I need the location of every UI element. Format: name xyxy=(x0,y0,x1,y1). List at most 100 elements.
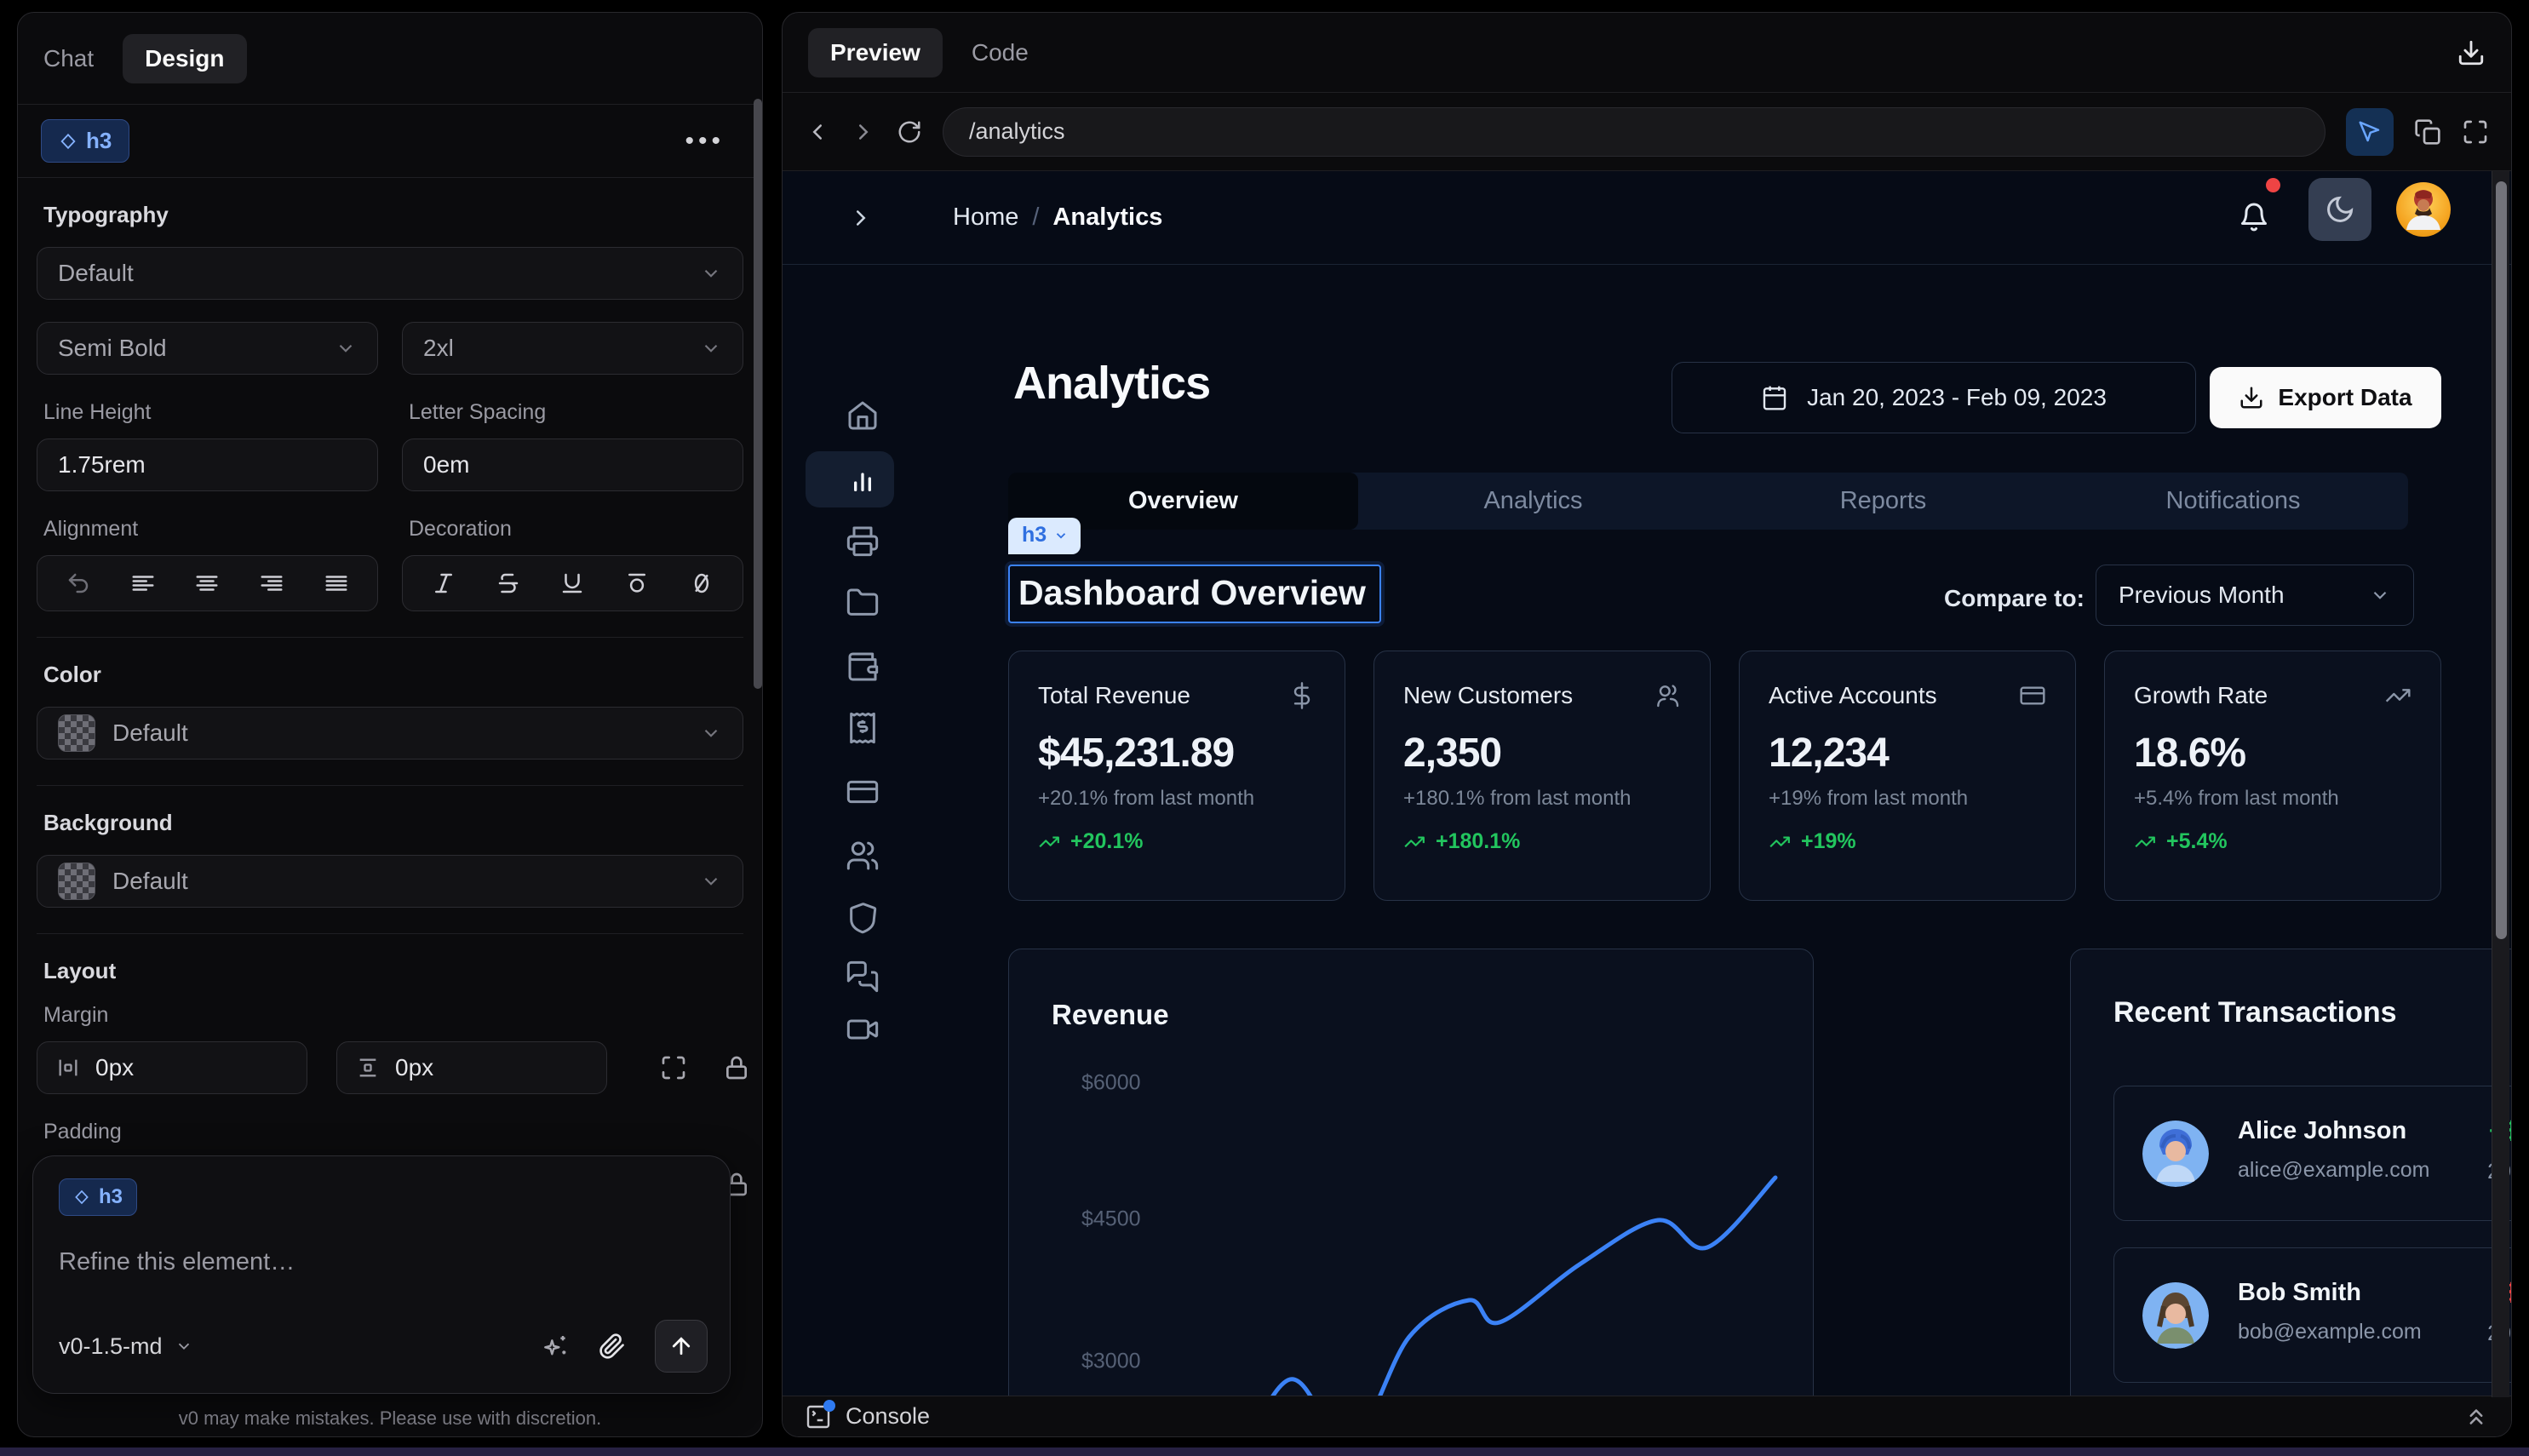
font-size-select[interactable]: 2xl xyxy=(402,322,743,375)
chevrons-up-icon[interactable] xyxy=(2463,1404,2489,1430)
margin-y-input[interactable]: 0px xyxy=(336,1041,607,1094)
overline-icon[interactable] xyxy=(624,570,650,596)
background-select[interactable]: Default xyxy=(37,855,743,908)
folder-icon xyxy=(846,586,880,620)
tab-chat[interactable]: Chat xyxy=(43,45,94,72)
transaction-row[interactable]: Alice Johnson alice@example.com +$350.00… xyxy=(2113,1086,2512,1221)
transaction-row[interactable]: Bob Smith bob@example.com -$120.50 2023-… xyxy=(2113,1247,2512,1383)
align-center-icon[interactable] xyxy=(194,570,220,596)
bell-icon[interactable] xyxy=(2239,202,2269,232)
tab-analytics[interactable]: Analytics xyxy=(1358,473,1708,530)
sidebar-item-invoices[interactable] xyxy=(839,517,886,565)
italic-icon[interactable] xyxy=(431,570,456,596)
shield-icon xyxy=(846,901,880,935)
chevron-down-icon xyxy=(700,722,722,744)
sidebar-item-users[interactable] xyxy=(839,832,886,880)
tab-design[interactable]: Design xyxy=(123,34,246,83)
messages-icon xyxy=(846,960,880,994)
undo-icon[interactable] xyxy=(66,570,91,596)
preview-scrollbar-thumb[interactable] xyxy=(2496,181,2507,939)
receipt-dollar-icon xyxy=(846,711,880,745)
paperclip-icon[interactable] xyxy=(599,1333,626,1360)
letter-spacing-label: Letter Spacing xyxy=(409,400,743,425)
sidebar-item-video[interactable] xyxy=(839,1006,886,1053)
theme-toggle-button[interactable] xyxy=(2308,178,2371,241)
margin-x-input[interactable]: 0px xyxy=(37,1041,307,1094)
download-icon[interactable] xyxy=(2457,38,2486,67)
sidebar-item-wallet[interactable] xyxy=(839,643,886,691)
app-sidebar xyxy=(783,265,919,1437)
align-right-icon[interactable] xyxy=(259,570,284,596)
sidebar-toggle-chevron-icon[interactable] xyxy=(848,205,874,231)
sidebar-item-cards[interactable] xyxy=(839,768,886,816)
diamond-icon xyxy=(59,132,77,151)
preview-scrollbar[interactable] xyxy=(2492,171,2509,1397)
tab-reports[interactable]: Reports xyxy=(1708,473,2058,530)
compare-label: Compare to: xyxy=(1944,585,2085,612)
date-range-button[interactable]: Jan 20, 2023 - Feb 09, 2023 xyxy=(1672,362,2196,433)
chat-input[interactable]: Refine this element… xyxy=(59,1248,704,1276)
strikethrough-icon[interactable] xyxy=(496,570,521,596)
compare-select[interactable]: Previous Month xyxy=(2096,565,2414,626)
font-weight-select[interactable]: Semi Bold xyxy=(37,322,378,375)
align-justify-icon[interactable] xyxy=(324,570,349,596)
send-button[interactable] xyxy=(655,1320,708,1373)
fullscreen-icon[interactable] xyxy=(2462,118,2489,146)
sidebar-item-receipts[interactable] xyxy=(839,704,886,752)
tab-code[interactable]: Code xyxy=(972,39,1029,66)
mouse-pointer-icon xyxy=(2357,119,2383,145)
sparkles-icon[interactable] xyxy=(542,1333,570,1360)
notification-dot xyxy=(2266,178,2280,192)
expand-margin-icon[interactable] xyxy=(660,1054,687,1081)
chat-context-badge[interactable]: h3 xyxy=(59,1178,137,1216)
stat-card-growth-rate: Growth Rate 18.6% +5.4% from last month … xyxy=(2104,651,2441,901)
breadcrumb-home[interactable]: Home xyxy=(953,203,1018,232)
stat-card-active-accounts: Active Accounts 12,234 +19% from last mo… xyxy=(1739,651,2076,901)
users-icon xyxy=(1654,682,1681,709)
export-data-button[interactable]: Export Data xyxy=(2210,367,2441,428)
align-left-icon[interactable] xyxy=(130,570,156,596)
refine-chat-box: h3 Refine this element… v0-1.5-md xyxy=(32,1155,731,1394)
left-panel-scrollbar[interactable] xyxy=(754,99,762,689)
sidebar-item-home[interactable] xyxy=(839,392,886,439)
lock-margin-icon[interactable] xyxy=(723,1054,750,1081)
user-avatar[interactable] xyxy=(2396,182,2451,237)
sidebar-item-analytics[interactable] xyxy=(839,455,886,502)
layout-label: Layout xyxy=(43,958,743,984)
refresh-icon[interactable] xyxy=(897,119,922,145)
tab-preview[interactable]: Preview xyxy=(808,28,943,77)
alignment-toolbar xyxy=(37,555,378,611)
no-decoration-icon[interactable] xyxy=(689,570,714,596)
sidebar-item-messages[interactable] xyxy=(839,953,886,1000)
console-bar[interactable]: Console xyxy=(783,1396,2511,1436)
calendar-icon xyxy=(1761,384,1788,411)
chevron-down-icon xyxy=(2369,584,2391,606)
line-height-input[interactable]: 1.75rem xyxy=(37,439,378,491)
selected-heading[interactable]: Dashboard Overview xyxy=(1008,565,1381,623)
selection-tag-h3[interactable]: h3 xyxy=(1008,518,1081,554)
moon-icon xyxy=(2325,194,2355,225)
url-input[interactable]: /analytics xyxy=(943,107,2325,157)
credit-card-icon xyxy=(2019,682,2046,709)
inspect-cursor-tool[interactable] xyxy=(2346,108,2394,156)
element-menu-button[interactable]: ••• xyxy=(685,127,725,156)
underline-icon[interactable] xyxy=(559,570,585,596)
margin-horizontal-icon xyxy=(56,1056,80,1080)
sidebar-item-files[interactable] xyxy=(839,579,886,627)
copy-icon[interactable] xyxy=(2414,118,2441,146)
sidebar-item-security[interactable] xyxy=(839,894,886,942)
decoration-toolbar xyxy=(402,555,743,611)
model-select[interactable]: v0-1.5-md xyxy=(59,1333,193,1360)
chevron-down-icon xyxy=(1053,528,1069,543)
font-family-select[interactable]: Default xyxy=(37,247,743,300)
taskbar-edge xyxy=(0,1447,2529,1456)
letter-spacing-input[interactable]: 0em xyxy=(402,439,743,491)
back-button[interactable] xyxy=(805,119,830,145)
forward-button[interactable] xyxy=(851,119,876,145)
credit-card-icon xyxy=(846,775,880,809)
color-select[interactable]: Default xyxy=(37,707,743,760)
revenue-chart-card: Revenue $6000 $4500 $3000 xyxy=(1008,949,1814,1437)
revenue-line-series xyxy=(1009,949,1815,1437)
tab-notifications[interactable]: Notifications xyxy=(2058,473,2408,530)
selected-element-badge[interactable]: h3 xyxy=(41,119,129,163)
